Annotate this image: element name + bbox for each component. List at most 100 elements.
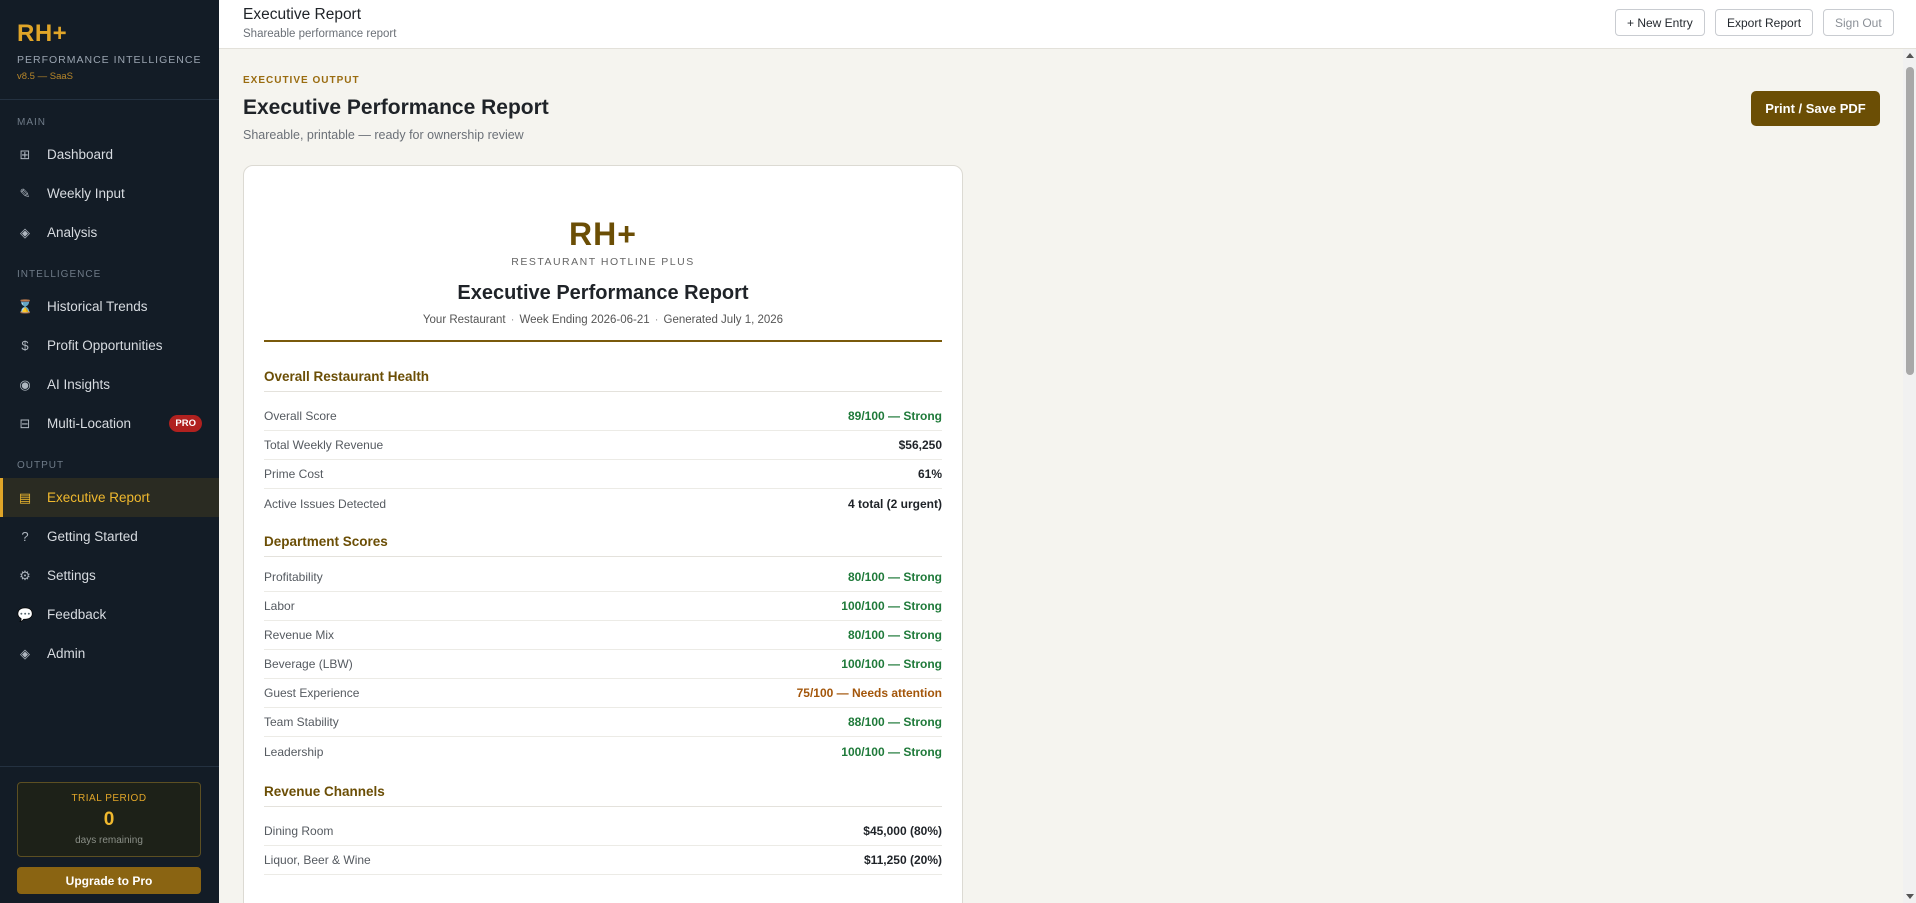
export-report-button[interactable]: Export Report bbox=[1715, 9, 1814, 36]
sign-out-button[interactable]: Sign Out bbox=[1823, 9, 1894, 36]
row-value: 80/100 — Strong bbox=[847, 570, 942, 584]
sidebar-item-feedback[interactable]: 💬 Feedback bbox=[0, 595, 219, 634]
upgrade-button[interactable]: Upgrade to Pro bbox=[17, 867, 201, 894]
row-label: Guest Experience bbox=[264, 686, 360, 700]
scroll-up-arrow-icon[interactable] bbox=[1906, 53, 1914, 58]
table-row: Liquor, Beer & Wine $11,250 (20%) bbox=[264, 846, 942, 875]
sidebar-item-label: Analysis bbox=[47, 225, 98, 240]
row-value: 89/100 — Strong bbox=[847, 409, 942, 423]
row-label: Active Issues Detected bbox=[264, 496, 387, 511]
table-row: Active Issues Detected 4 total (2 urgent… bbox=[264, 489, 942, 518]
table-row: Overall Score 89/100 — Strong bbox=[264, 402, 942, 431]
sidebar-item-label: Executive Report bbox=[47, 490, 150, 505]
report-org-name: RESTAURANT HOTLINE PLUS bbox=[511, 256, 695, 268]
sidebar-item-label: Dashboard bbox=[47, 147, 114, 162]
table-row: Labor 100/100 — Strong bbox=[264, 592, 942, 621]
health-section: Overall Restaurant Health Overall Score … bbox=[264, 342, 942, 518]
diamond-icon: ◈ bbox=[20, 224, 30, 240]
row-value: 88/100 — Strong bbox=[847, 715, 942, 729]
topbar-subtitle: Shareable performance report bbox=[243, 28, 397, 40]
row-label: Team Stability bbox=[264, 715, 339, 729]
sidebar-item-analysis[interactable]: ◈ Analysis bbox=[0, 213, 219, 252]
report-title: Executive Performance Report bbox=[457, 282, 749, 304]
app-subtitle: PERFORMANCE INTELLIGENCE bbox=[17, 54, 202, 66]
pencil-icon: ✎ bbox=[19, 185, 31, 201]
nav-section-intelligence: INTELLIGENCE bbox=[17, 269, 102, 280]
sidebar-item-multi-location[interactable]: ⊟ Multi-Location PRO bbox=[0, 404, 219, 443]
section-title: Revenue Channels bbox=[264, 766, 942, 807]
page-eyebrow: EXECUTIVE OUTPUT bbox=[243, 75, 360, 86]
row-label: Profitability bbox=[264, 570, 323, 584]
topbar-title: Executive Report bbox=[243, 6, 362, 23]
row-value: 100/100 — Strong bbox=[841, 599, 942, 613]
sidebar-item-label: AI Insights bbox=[47, 377, 111, 392]
table-row: Leadership 100/100 — Strong bbox=[264, 737, 942, 766]
sidebar-item-admin[interactable]: ◈ Admin bbox=[0, 634, 219, 673]
table-row: Prime Cost 61% bbox=[264, 460, 942, 489]
table-row: Guest Experience 75/100 — Needs attentio… bbox=[264, 679, 942, 708]
row-label: Liquor, Beer & Wine bbox=[264, 853, 371, 867]
scroll-down-arrow-icon[interactable] bbox=[1906, 894, 1914, 899]
diamond-icon: ◈ bbox=[20, 645, 30, 661]
section-title: Department Scores bbox=[264, 518, 942, 557]
gear-icon: ⚙ bbox=[19, 567, 31, 583]
app-logo[interactable]: RH+ bbox=[17, 20, 202, 48]
sidebar-item-label: Admin bbox=[47, 646, 86, 661]
row-label: Prime Cost bbox=[264, 467, 324, 481]
row-label: Overall Score bbox=[264, 409, 337, 423]
page-scrollbar[interactable] bbox=[1903, 49, 1916, 903]
sidebar-item-label: Settings bbox=[47, 568, 96, 583]
sidebar-item-ai-insights[interactable]: ◉ AI Insights bbox=[0, 365, 219, 404]
page-title: Executive Performance Report bbox=[243, 96, 549, 119]
hourglass-icon: ⌛ bbox=[17, 298, 34, 314]
departments-section: Department Scores Profitability 80/100 —… bbox=[264, 518, 942, 766]
report-card: RH+ RESTAURANT HOTLINE PLUS Executive Pe… bbox=[243, 165, 963, 903]
report-restaurant: Your Restaurant bbox=[422, 314, 506, 326]
chat-icon: 💬 bbox=[17, 606, 34, 622]
sidebar-item-executive-report[interactable]: ▤ Executive Report bbox=[0, 478, 219, 517]
separator-dot: · bbox=[510, 314, 515, 326]
report-generated: Generated July 1, 2026 bbox=[663, 314, 784, 326]
sidebar-item-label: Historical Trends bbox=[47, 299, 148, 314]
table-row: Profitability 80/100 — Strong bbox=[264, 563, 942, 592]
brand-block: RH+ PERFORMANCE INTELLIGENCE v8.5 — SaaS bbox=[0, 0, 219, 100]
sidebar-item-getting-started[interactable]: ? Getting Started bbox=[0, 517, 219, 556]
separator-dot: · bbox=[654, 314, 659, 326]
section-title: Overall Restaurant Health bbox=[264, 342, 942, 392]
row-value: $11,250 (20%) bbox=[863, 853, 942, 867]
row-value: 61% bbox=[917, 467, 942, 481]
sidebar-item-settings[interactable]: ⚙ Settings bbox=[0, 556, 219, 595]
sidebar-item-label: Profit Opportunities bbox=[47, 338, 163, 353]
nav-section-output: OUTPUT bbox=[17, 460, 65, 471]
row-value: 100/100 — Strong bbox=[841, 657, 942, 671]
row-value: 75/100 — Needs attention bbox=[796, 686, 942, 700]
row-label: Leadership bbox=[264, 744, 324, 759]
table-row: Dining Room $45,000 (80%) bbox=[264, 817, 942, 846]
new-entry-button[interactable]: + New Entry bbox=[1615, 9, 1705, 36]
row-label: Total Weekly Revenue bbox=[264, 438, 384, 452]
nav-section-main: MAIN bbox=[17, 117, 46, 128]
row-label: Beverage (LBW) bbox=[264, 657, 353, 671]
pro-badge: PRO bbox=[169, 415, 202, 432]
page-subtitle: Shareable, printable — ready for ownersh… bbox=[243, 128, 524, 142]
dollar-icon: $ bbox=[21, 338, 29, 353]
table-row: Revenue Mix 80/100 — Strong bbox=[264, 621, 942, 650]
sidebar-item-historical-trends[interactable]: ⌛ Historical Trends bbox=[0, 287, 219, 326]
report-logo: RH+ bbox=[569, 216, 637, 252]
sidebar-item-profit-opportunities[interactable]: $ Profit Opportunities bbox=[0, 326, 219, 365]
print-save-pdf-button[interactable]: Print / Save PDF bbox=[1751, 91, 1880, 126]
grid-icon: ⊞ bbox=[19, 146, 31, 162]
row-label: Labor bbox=[264, 599, 295, 613]
sidebar: RH+ PERFORMANCE INTELLIGENCE v8.5 — SaaS… bbox=[0, 0, 219, 903]
scrollbar-thumb[interactable] bbox=[1906, 67, 1914, 375]
sidebar-divider bbox=[0, 766, 219, 767]
trial-days-count: 0 bbox=[103, 809, 115, 830]
topbar: Executive Report Shareable performance r… bbox=[219, 0, 1916, 49]
sidebar-item-weekly-input[interactable]: ✎ Weekly Input bbox=[0, 174, 219, 213]
target-icon: ◉ bbox=[19, 376, 31, 392]
report-week: Week Ending 2026-06-21 bbox=[519, 314, 650, 326]
sidebar-item-dashboard[interactable]: ⊞ Dashboard bbox=[0, 135, 219, 174]
row-value: 80/100 — Strong bbox=[847, 628, 942, 642]
channels-section: Revenue Channels Dining Room $45,000 (80… bbox=[264, 766, 942, 875]
table-row: Total Weekly Revenue $56,250 bbox=[264, 431, 942, 460]
